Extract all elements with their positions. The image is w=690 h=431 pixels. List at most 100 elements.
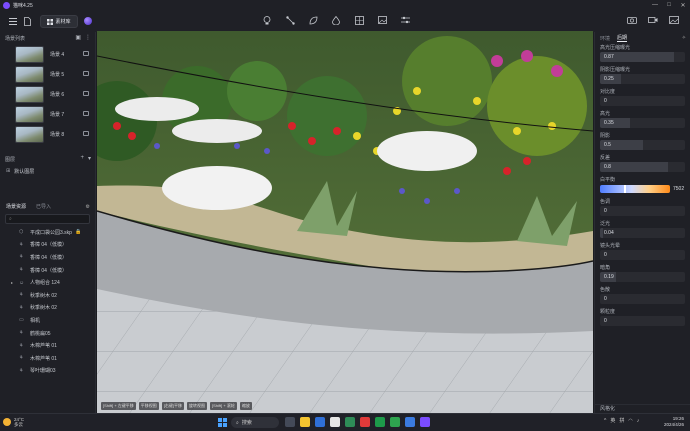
add-scene-icon[interactable]: ▣ xyxy=(75,34,81,41)
asset-item[interactable]: ⚘ 木棉芦苇 01 xyxy=(0,339,95,352)
slider-knob[interactable] xyxy=(624,185,626,193)
new-file-icon[interactable] xyxy=(22,16,32,26)
weather-widget[interactable]: 24°C 多云 xyxy=(3,417,24,427)
param-slider[interactable]: 0.19 xyxy=(600,272,685,282)
tray-overflow-icon[interactable]: ^ xyxy=(604,418,606,424)
asset-item[interactable]: ⚘ 秋季树木 02 xyxy=(0,302,95,315)
asset-item[interactable]: ⚘ 秋季树木 02 xyxy=(0,289,95,302)
sliders-icon[interactable] xyxy=(400,15,410,25)
board-icon[interactable] xyxy=(354,15,364,25)
menu-icon[interactable] xyxy=(8,16,18,26)
path-tool-icon[interactable] xyxy=(285,15,295,25)
maximize-button[interactable]: □ xyxy=(662,0,676,10)
param-slider[interactable]: 0 xyxy=(600,96,685,106)
asset-item[interactable]: ⚘ 香樟 04（低模） xyxy=(0,251,95,264)
scene-camera-icon[interactable] xyxy=(83,51,89,56)
white-balance-value[interactable]: 7502 xyxy=(673,186,685,192)
param-slider[interactable]: 0.25 xyxy=(600,74,685,84)
volume-icon[interactable]: ♪ xyxy=(637,418,640,424)
render-app-icon[interactable] xyxy=(420,417,430,427)
material-sphere-icon[interactable] xyxy=(84,17,92,25)
asset-item[interactable]: ⚘ 香樟 04（低模） xyxy=(0,264,95,277)
param-value: 0.8 xyxy=(604,164,611,170)
param-slider[interactable]: 0.35 xyxy=(600,118,685,128)
start-button[interactable] xyxy=(218,418,227,427)
tab-imported[interactable]: 已导入 xyxy=(36,203,51,210)
material-library-button[interactable]: 素材库 xyxy=(40,15,78,28)
asset-item[interactable]: ▭ 相机 xyxy=(0,314,95,327)
chrome-icon[interactable] xyxy=(330,417,340,427)
scene-camera-icon[interactable] xyxy=(83,91,89,96)
stylize-section[interactable]: 风格化 xyxy=(595,404,690,413)
store-icon[interactable] xyxy=(315,417,325,427)
param-slider[interactable]: 0 xyxy=(600,316,685,326)
asset-item[interactable]: ⚘ 木棉芦苇 01 xyxy=(0,352,95,365)
magic-wand-icon[interactable]: ✧ xyxy=(682,35,686,41)
white-balance-slider[interactable] xyxy=(600,185,670,193)
input-method[interactable]: 拼 xyxy=(619,417,624,424)
tab-post-processing[interactable]: 后期 xyxy=(617,34,628,42)
xbox-icon[interactable] xyxy=(345,417,355,427)
more-icon[interactable]: ⋮ xyxy=(85,34,91,41)
search-icon: ⌕ xyxy=(236,419,239,426)
scene-item[interactable]: 场景 7 xyxy=(0,104,95,124)
param-slider[interactable]: 0 xyxy=(600,250,685,260)
hint-key: [Shift] + 左键平移 xyxy=(101,402,136,410)
scene-camera-icon[interactable] xyxy=(83,71,89,76)
param-slider[interactable]: 0.5 xyxy=(600,140,685,150)
scene-item[interactable]: 场景 4 xyxy=(0,44,95,64)
light-bulb-icon[interactable] xyxy=(262,15,272,25)
param-label: 暗角 xyxy=(600,265,611,271)
asset-search-input[interactable]: ⌕ xyxy=(5,214,90,224)
param-slider[interactable]: 0 xyxy=(600,294,685,304)
asset-item[interactable]: ⚘ 鹤桃扁05 xyxy=(0,327,95,340)
picture-icon[interactable] xyxy=(669,15,679,25)
material-library-label: 素材库 xyxy=(55,19,71,25)
scene-camera-icon[interactable] xyxy=(83,111,89,116)
expand-caret-icon[interactable]: ▸ xyxy=(11,280,13,285)
water-drop-icon[interactable] xyxy=(331,15,341,25)
image-icon[interactable] xyxy=(377,15,387,25)
asset-item[interactable]: ⚘ 琴叶珊瑚03 xyxy=(0,365,95,378)
app-icon-red[interactable] xyxy=(360,417,370,427)
tab-scene-assets[interactable]: 场景资源 xyxy=(6,203,26,210)
scene-item[interactable]: 场景 5 xyxy=(0,64,95,84)
app-icon-blue[interactable] xyxy=(405,417,415,427)
add-layer-icon[interactable]: + xyxy=(80,155,84,162)
app-icon-green[interactable] xyxy=(375,417,385,427)
taskbar-search[interactable]: ⌕ 搜索 xyxy=(231,417,279,428)
clock[interactable]: 19:26 2024/4/26 xyxy=(664,416,684,428)
camera-icon[interactable] xyxy=(627,15,637,25)
video-icon[interactable] xyxy=(648,15,658,25)
scene-list: 场景 4 场景 5 场景 6 场景 7 场景 8 xyxy=(0,44,95,144)
render-viewport[interactable]: [Shift] + 左键平移 平移视图 [右键]平移 旋转视图 [Shift] … xyxy=(97,31,593,413)
scene-item[interactable]: 场景 6 xyxy=(0,84,95,104)
leaf-icon[interactable] xyxy=(308,15,318,25)
param-label: 高光压缩曝光 xyxy=(600,45,631,51)
asset-item[interactable]: ⬡ 平成口袋公园3.skp 🔒 xyxy=(0,226,95,239)
param-slider[interactable]: 0.87 xyxy=(600,52,685,62)
minimize-button[interactable]: — xyxy=(648,0,662,10)
cube-icon: ⬡ xyxy=(19,229,24,236)
asset-settings-icon[interactable]: ⚙ xyxy=(86,204,90,210)
scene-camera-icon[interactable] xyxy=(83,131,89,136)
layer-menu-icon[interactable]: ▾ xyxy=(88,155,91,162)
input-lang[interactable]: 英 xyxy=(610,417,615,424)
close-button[interactable]: ✕ xyxy=(676,0,690,10)
task-view-icon[interactable] xyxy=(285,417,295,427)
asset-label: 相机 xyxy=(30,317,41,324)
wifi-icon[interactable]: ◠ xyxy=(628,418,632,424)
asset-item[interactable]: ▸ ☺ 人物组合 124 xyxy=(0,276,95,289)
param-slider[interactable]: 0.8 xyxy=(600,162,685,172)
param-prop: 镜头光晕 0 xyxy=(595,242,690,260)
scene-item[interactable]: 场景 8 xyxy=(0,124,95,144)
file-explorer-icon[interactable] xyxy=(300,417,310,427)
param-label: 高光 xyxy=(600,111,611,117)
lock-icon[interactable]: 🔒 xyxy=(75,229,81,235)
tab-environment[interactable]: 环境 xyxy=(600,35,610,42)
param-slider[interactable]: 0 xyxy=(600,206,685,216)
param-slider[interactable]: 0.04 xyxy=(600,228,685,238)
asset-item[interactable]: ⚘ 香樟 04（低模） xyxy=(0,239,95,252)
wechat-icon[interactable] xyxy=(390,417,400,427)
layer-item[interactable]: ⊞ 默认图层 xyxy=(0,165,95,177)
